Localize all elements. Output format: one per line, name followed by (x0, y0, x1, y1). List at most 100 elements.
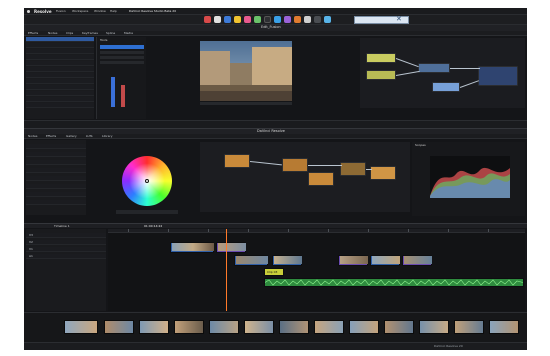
timeline-ruler[interactable] (108, 229, 525, 233)
app-icon-c[interactable] (234, 16, 241, 23)
playhead[interactable] (226, 229, 227, 311)
node-output[interactable] (478, 66, 518, 86)
menu-item-help[interactable]: Help (110, 10, 117, 13)
track-header-v2[interactable]: V2 (26, 240, 106, 245)
list-item[interactable] (26, 97, 94, 102)
param-row[interactable] (26, 152, 86, 157)
node-merge[interactable] (418, 63, 450, 73)
track-header-v1[interactable]: V1 (26, 247, 106, 252)
list-item[interactable] (26, 37, 94, 42)
tab-media[interactable]: Media (124, 32, 133, 35)
record-icon[interactable] (204, 16, 211, 23)
thumbnail[interactable] (454, 320, 484, 334)
list-item[interactable] (26, 73, 94, 78)
tab-gallery[interactable]: Gallery (66, 135, 77, 138)
tool-row[interactable] (100, 51, 144, 54)
color-node-3[interactable] (308, 172, 334, 186)
app-name[interactable]: Resolve (34, 10, 52, 14)
menu-item-fusion[interactable]: Fusion (56, 10, 66, 13)
fusion-keyframe-ruler[interactable] (24, 120, 527, 128)
app-icon-j[interactable] (304, 16, 311, 23)
tab-luts[interactable]: LUTs (86, 135, 93, 138)
clip-v2-d[interactable] (370, 255, 400, 266)
clip-v3-a[interactable] (170, 242, 214, 253)
tool-row[interactable] (100, 56, 144, 59)
tab-nodes[interactable]: Nodes (48, 32, 57, 35)
tab-nodes[interactable]: Nodes (28, 135, 37, 138)
param-row[interactable] (26, 184, 86, 189)
menu-item-window[interactable]: Window (94, 10, 106, 13)
clip-title[interactable]: Clip 03 (264, 268, 284, 276)
list-item[interactable] (26, 91, 94, 96)
node-loader[interactable] (366, 53, 396, 63)
tab-effects[interactable]: Effects (28, 32, 38, 35)
thumbnail[interactable] (139, 320, 169, 334)
color-node-2[interactable] (282, 158, 308, 172)
tool-row[interactable] (100, 61, 144, 64)
thumbnail[interactable] (104, 320, 134, 334)
thumbnail[interactable] (209, 320, 239, 334)
color-wheel[interactable] (122, 156, 172, 206)
app-icon-a[interactable] (214, 16, 221, 23)
app-icon-i[interactable] (294, 16, 301, 23)
app-icon-l[interactable] (324, 16, 331, 23)
list-item[interactable] (26, 79, 94, 84)
tab-effects[interactable]: Effects (46, 135, 56, 138)
param-row[interactable] (26, 192, 86, 197)
clip-v2-c[interactable] (338, 255, 368, 266)
app-icon-k[interactable] (314, 16, 321, 23)
list-item[interactable] (26, 43, 94, 48)
node-loader-2[interactable] (366, 70, 396, 80)
tab-clips[interactable]: Clips (66, 32, 73, 35)
list-item[interactable] (26, 85, 94, 90)
param-row[interactable] (26, 160, 86, 165)
list-item[interactable] (26, 55, 94, 60)
close-icon[interactable]: ✕ (396, 16, 402, 23)
thumbnail[interactable] (64, 320, 98, 334)
menu-item-workspace[interactable]: Workspace (72, 10, 88, 13)
color-node-5[interactable] (370, 166, 396, 180)
thumbnail[interactable] (279, 320, 309, 334)
clip-audio-a1[interactable] (264, 278, 524, 287)
node-transform[interactable] (432, 82, 460, 92)
thumbnail[interactable] (314, 320, 344, 334)
color-node-1[interactable] (224, 154, 250, 168)
color-node-4[interactable] (340, 162, 366, 176)
list-item[interactable] (26, 67, 94, 72)
clip-v2-e[interactable] (402, 255, 432, 266)
list-item[interactable] (26, 49, 94, 54)
clip-v3-b[interactable] (216, 242, 246, 253)
clip-v2-a[interactable] (234, 255, 268, 266)
app-icon-d[interactable] (244, 16, 251, 23)
thumbnail[interactable] (384, 320, 414, 334)
thumbnail[interactable] (419, 320, 449, 334)
clip-v2-b[interactable] (272, 255, 302, 266)
param-row[interactable] (26, 200, 86, 205)
wheel-slider[interactable] (116, 210, 178, 214)
param-row[interactable] (26, 176, 86, 181)
param-row[interactable] (26, 144, 86, 149)
app-icon-f[interactable] (264, 16, 271, 23)
tool-selected[interactable] (100, 45, 144, 49)
viewer-scrub[interactable] (200, 102, 292, 105)
track-header-v3[interactable]: V3 (26, 233, 106, 238)
apple-icon[interactable] (27, 10, 30, 13)
list-item[interactable] (26, 103, 94, 108)
effects-library (26, 37, 94, 119)
app-icon-b[interactable] (224, 16, 231, 23)
tab-spline[interactable]: Spline (106, 32, 115, 35)
thumbnail[interactable] (244, 320, 274, 334)
wheel-handle[interactable] (145, 179, 149, 183)
tab-keyframes[interactable]: Keyframes (82, 32, 98, 35)
tab-library[interactable]: Library (102, 135, 113, 138)
app-icon-g[interactable] (274, 16, 281, 23)
list-item[interactable] (26, 61, 94, 66)
app-icon-h[interactable] (284, 16, 291, 23)
timeline-timecode: 01:00:14:22 (144, 224, 163, 228)
app-icon-e[interactable] (254, 16, 261, 23)
thumbnail[interactable] (489, 320, 519, 334)
thumbnail[interactable] (174, 320, 204, 334)
track-header-a1[interactable]: A1 (26, 254, 106, 259)
thumbnail[interactable] (349, 320, 379, 334)
param-row[interactable] (26, 168, 86, 173)
